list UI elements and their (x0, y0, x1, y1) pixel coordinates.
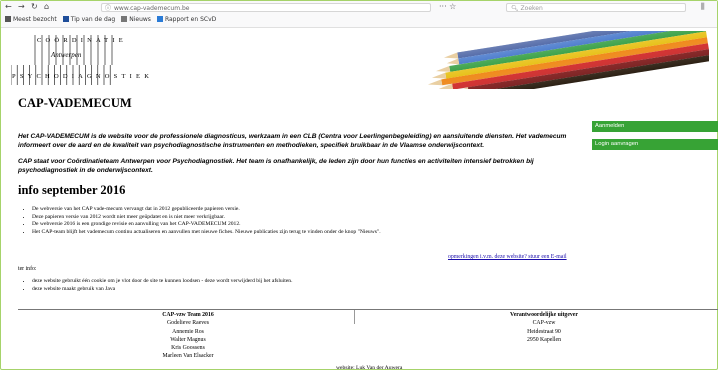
search-input[interactable]: 🔍︎ Zoeken (506, 3, 686, 12)
team-member: Godelieve Raeves (166, 320, 209, 327)
login-button[interactable]: Aanmelden (592, 121, 718, 132)
search-placeholder: Zoeken (520, 5, 543, 12)
list-item: Deze papieren versie van 2012 wordt niet… (32, 214, 592, 222)
site-logo[interactable]: COÖRDINATIE Antwerpen PSYCHODIAGNOSTIEK (11, 35, 149, 85)
bookmarks-bar: Meest bezocht Tip van de dag Nieuws Rapport… (5, 16, 222, 26)
address-bar[interactable]: ⓘ www.cap-vademecum.be (101, 3, 431, 12)
bookmark-label: Rapport en SCvD (164, 16, 217, 23)
pencils-banner-image (427, 31, 709, 89)
news-list: De webversie van het CAP vade-mecum verv… (18, 206, 592, 236)
bookmark-item[interactable]: Rapport en SCvD (156, 16, 217, 23)
logo-middle-text: Antwerpen (51, 51, 82, 59)
news-heading: info september 2016 (18, 183, 126, 197)
footer: CAP-vzw Team 2016 Godelieve Raeves Annem… (18, 309, 718, 359)
publisher-line: Heidestraat 90 (527, 328, 561, 335)
info-icon[interactable]: ⓘ (105, 4, 111, 13)
home-icon[interactable]: ⌂ (44, 2, 49, 11)
browser-toolbar: ← → ↻ ⌂ ⓘ www.cap-vademecum.be ··· ☆ 🔍︎ … (1, 1, 717, 28)
intro-paragraph: Het CAP-VADEMECUM is de website voor de … (18, 133, 567, 150)
website-credit: website: Luk Van der Auwera (336, 365, 403, 371)
team-member: Marleen Van Elsacker (162, 353, 214, 360)
request-login-button[interactable]: Login aanvragen (592, 139, 718, 150)
back-icon[interactable]: ← (5, 2, 12, 11)
list-item: Het CAP-team blijft het vademecum contin… (32, 229, 592, 237)
publisher-line: 2950 Kapellen (527, 336, 561, 343)
notes-list: deze website gebruikt één cookie om je v… (18, 278, 592, 293)
contact-email-link[interactable]: opmerkingen i.v.m. deze website? stuur e… (448, 254, 567, 260)
notes-heading: ter info: (18, 266, 37, 272)
footer-divider (354, 310, 355, 324)
team-heading: CAP-vzw Team 2016 (162, 312, 214, 318)
search-icon: 🔍︎ (511, 5, 519, 12)
list-item: De webversie van het CAP vade-mecum verv… (32, 206, 592, 214)
bookmark-item[interactable]: Tip van de dag (62, 16, 116, 23)
publisher-column: Verantwoordelijke uitgever CAP-vzw Heide… (474, 311, 614, 344)
forward-icon[interactable]: → (18, 2, 25, 11)
list-item: deze website maakt gebruik van Java (32, 286, 592, 294)
newspaper-icon (121, 16, 128, 22)
bookmark-label: Tip van de dag (70, 16, 116, 23)
navigation-bar: ← → ↻ ⌂ ⓘ www.cap-vademecum.be ··· ☆ 🔍︎ … (1, 1, 717, 14)
list-item: De webversie 2016 is een grondige revisi… (32, 221, 592, 229)
report-icon (156, 16, 163, 22)
bookmark-label: Nieuws (129, 16, 151, 23)
gear-icon (5, 16, 11, 22)
cap-description-paragraph: CAP staat voor Coördinatieteam Antwerpen… (18, 158, 534, 175)
logo-bottom-text: PSYCHODIAGNOSTIEK (12, 73, 154, 80)
publisher-line: CAP-vzw (532, 320, 556, 327)
team-member: Kris Goossens (171, 345, 205, 352)
reload-icon[interactable]: ↻ (31, 2, 38, 11)
bookmark-item[interactable]: Nieuws (121, 16, 151, 23)
logo-top-text: COÖRDINATIE (37, 37, 127, 44)
team-column: CAP-vzw Team 2016 Godelieve Raeves Annem… (118, 311, 258, 361)
publisher-heading: Verantwoordelijke uitgever (510, 312, 578, 318)
page-title: CAP-VADEMECUM (18, 96, 132, 110)
team-member: Walter Magnus (170, 336, 206, 343)
bookmark-item[interactable]: Meest bezocht (5, 16, 57, 23)
team-member: Annemie Ros (172, 328, 204, 335)
library-icon[interactable]: ⫼ (701, 2, 705, 12)
address-text: www.cap-vademecum.be (114, 5, 190, 12)
page-actions-icon[interactable]: ··· ☆ (439, 2, 456, 11)
calendar-icon (62, 16, 69, 22)
bookmark-label: Meest bezocht (13, 16, 57, 23)
list-item: deze website gebruikt één cookie om je v… (32, 278, 592, 286)
